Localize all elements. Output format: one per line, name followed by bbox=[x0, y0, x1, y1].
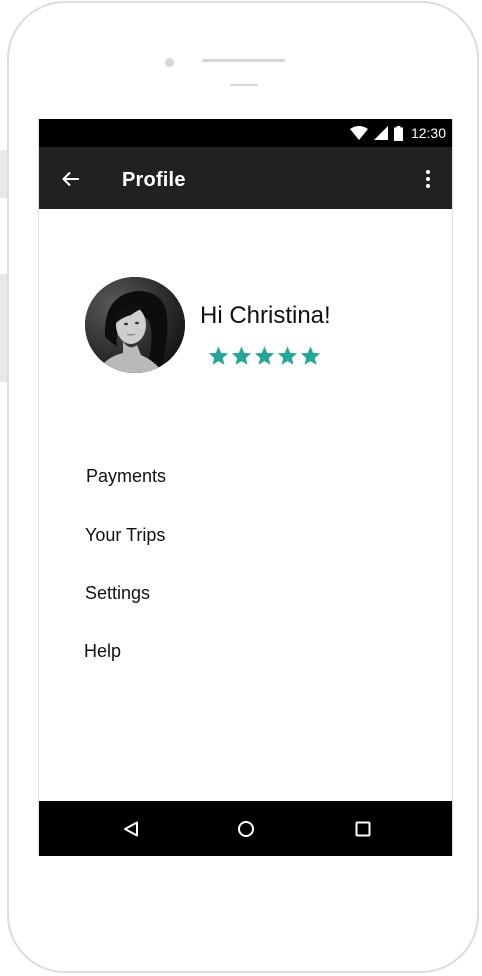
status-icons: 12:30 bbox=[349, 125, 446, 141]
more-vert-icon bbox=[426, 170, 430, 188]
menu-item-your-trips[interactable]: Your Trips bbox=[85, 525, 165, 546]
system-nav-bar bbox=[39, 801, 452, 856]
greeting-text: Hi Christina! bbox=[200, 302, 331, 329]
signal-icon bbox=[373, 126, 388, 140]
menu-item-help[interactable]: Help bbox=[84, 641, 121, 662]
status-time: 12:30 bbox=[410, 125, 446, 141]
avatar-photo bbox=[85, 277, 185, 373]
battery-icon bbox=[393, 125, 403, 141]
nav-recents-button[interactable] bbox=[349, 815, 377, 843]
nav-back-icon bbox=[124, 821, 138, 837]
star-icon bbox=[300, 346, 321, 365]
proximity-sensor bbox=[230, 84, 258, 86]
menu-item-settings[interactable]: Settings bbox=[85, 583, 150, 604]
arrow-left-icon bbox=[62, 171, 79, 187]
status-bar: 12:30 bbox=[39, 119, 452, 147]
front-camera bbox=[165, 58, 174, 67]
nav-recents-icon bbox=[355, 821, 371, 837]
app-bar: Profile bbox=[39, 147, 452, 209]
wifi-icon bbox=[349, 126, 368, 140]
avatar[interactable] bbox=[85, 277, 185, 373]
back-button[interactable] bbox=[57, 165, 85, 193]
device-mockup: 12:30 Profile Hi Christina! Payments You… bbox=[0, 0, 482, 976]
nav-back-button[interactable] bbox=[117, 815, 145, 843]
star-rating bbox=[207, 345, 322, 367]
nav-home-icon bbox=[238, 821, 254, 837]
app-screen: 12:30 Profile Hi Christina! Payments You… bbox=[38, 119, 453, 856]
star-icon bbox=[231, 346, 252, 365]
overflow-menu-button[interactable] bbox=[416, 165, 440, 193]
earpiece-speaker bbox=[202, 59, 285, 62]
star-icon bbox=[208, 346, 229, 365]
star-icon bbox=[254, 346, 275, 365]
volume-button bbox=[0, 150, 7, 198]
star-icon bbox=[277, 346, 298, 365]
power-button bbox=[0, 274, 7, 382]
nav-home-button[interactable] bbox=[232, 815, 260, 843]
menu-item-payments[interactable]: Payments bbox=[86, 466, 166, 487]
page-title: Profile bbox=[122, 169, 186, 191]
